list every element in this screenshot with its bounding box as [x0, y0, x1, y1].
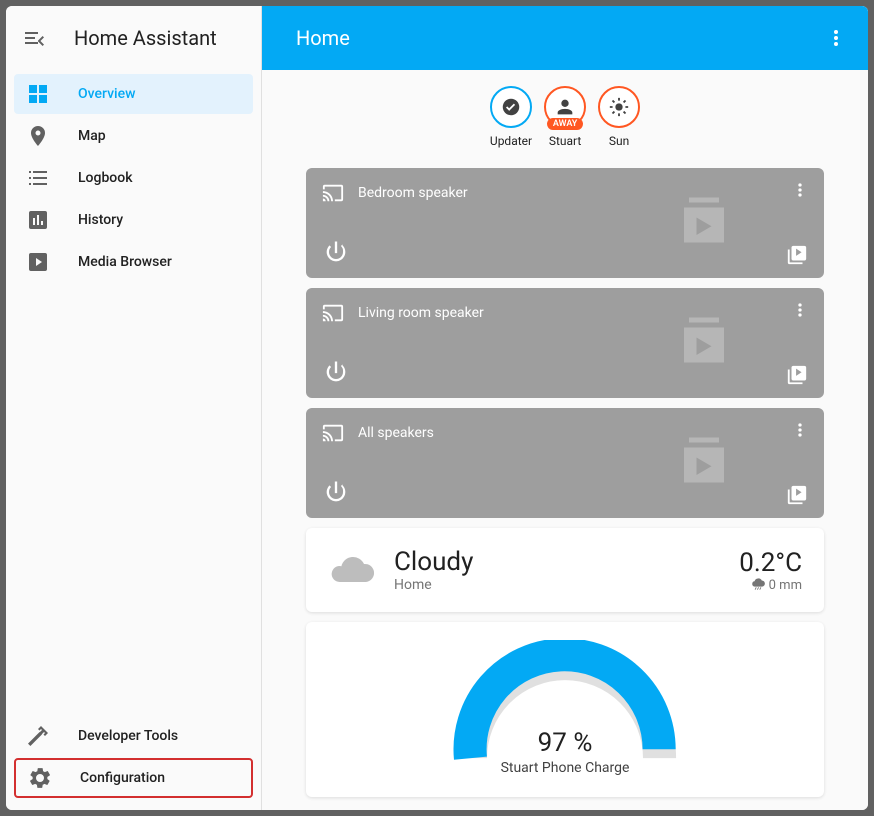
more-icon[interactable] [790, 180, 810, 200]
topbar: Home [262, 6, 868, 70]
play-multiple-icon[interactable] [786, 364, 808, 386]
more-icon[interactable] [790, 300, 810, 320]
main: Home Updater AWAY Stuart [262, 6, 868, 810]
sidebar-item-configuration[interactable]: Configuration [14, 758, 253, 798]
app-title: Home Assistant [74, 26, 217, 50]
hammer-icon [26, 724, 50, 748]
gear-icon [28, 766, 52, 790]
sidebar-item-label: History [78, 212, 123, 228]
sidebar-item-label: Developer Tools [78, 728, 178, 744]
person-icon [554, 96, 576, 118]
weather-precip-value: 0 mm [769, 578, 802, 593]
cloud-icon [328, 546, 376, 594]
media-art-icon [674, 430, 734, 490]
power-icon[interactable] [322, 238, 350, 266]
chip-stuart[interactable]: AWAY Stuart [544, 86, 586, 148]
sun-icon [608, 96, 630, 118]
cards: Bedroom speaker Living room speaker [306, 168, 824, 797]
cast-icon [322, 302, 344, 324]
sidebar-header: Home Assistant [6, 6, 261, 70]
weather-precip: 0 mm [739, 578, 802, 593]
more-icon[interactable] [790, 420, 810, 440]
cast-icon [322, 422, 344, 444]
weather-card[interactable]: Cloudy Home 0.2°C 0 mm [306, 528, 824, 612]
menu-collapse-icon[interactable] [22, 26, 46, 50]
chart-icon [26, 208, 50, 232]
chip-updater[interactable]: Updater [490, 86, 532, 148]
list-icon [26, 166, 50, 190]
play-box-icon [26, 250, 50, 274]
chip-badge: AWAY [547, 118, 583, 130]
chips-row: Updater AWAY Stuart Sun [306, 86, 824, 148]
sidebar-item-label: Configuration [80, 770, 165, 786]
weather-temp: 0.2°C [739, 548, 802, 578]
chip-sun[interactable]: Sun [598, 86, 640, 148]
media-title: All speakers [358, 425, 434, 441]
media-title: Living room speaker [358, 305, 484, 321]
dashboard-icon [26, 82, 50, 106]
sidebar-item-label: Map [78, 128, 106, 144]
cast-icon [322, 182, 344, 204]
play-multiple-icon[interactable] [786, 244, 808, 266]
sidebar-item-overview[interactable]: Overview [14, 74, 253, 114]
media-card-bedroom[interactable]: Bedroom speaker [306, 168, 824, 278]
sidebar-item-logbook[interactable]: Logbook [14, 158, 253, 198]
sidebar-item-label: Logbook [78, 170, 133, 186]
sidebar-item-history[interactable]: History [14, 200, 253, 240]
media-card-all-speakers[interactable]: All speakers [306, 408, 824, 518]
chip-label: Updater [490, 134, 532, 148]
media-art-icon [674, 190, 734, 250]
weather-condition: Cloudy [394, 547, 473, 577]
sidebar-item-label: Media Browser [78, 254, 172, 270]
chip-circle [490, 86, 532, 128]
sidebar-nav: Overview Map Logbook History Media Brows… [6, 70, 261, 712]
page-title: Home [296, 26, 350, 50]
media-art-icon [674, 310, 734, 370]
sidebar-item-label: Overview [78, 86, 135, 102]
sidebar-item-media-browser[interactable]: Media Browser [14, 242, 253, 282]
weather-location: Home [394, 577, 473, 593]
sidebar-bottom: Developer Tools Configuration [6, 712, 261, 810]
sidebar-item-developer-tools[interactable]: Developer Tools [14, 716, 253, 756]
check-circle-icon [500, 96, 522, 118]
play-multiple-icon[interactable] [786, 484, 808, 506]
media-title: Bedroom speaker [358, 185, 468, 201]
gauge-label: Stuart Phone Charge [501, 760, 630, 776]
chip-circle [598, 86, 640, 128]
map-icon [26, 124, 50, 148]
content: Updater AWAY Stuart Sun [262, 70, 868, 810]
power-icon[interactable] [322, 478, 350, 506]
gauge-card[interactable]: 97 % Stuart Phone Charge [306, 622, 824, 797]
sidebar: Home Assistant Overview Map Logbook Hist… [6, 6, 262, 810]
chip-label: Stuart [549, 134, 581, 148]
more-icon[interactable] [824, 26, 848, 50]
sidebar-item-map[interactable]: Map [14, 116, 253, 156]
gauge-value: 97 % [538, 728, 593, 758]
precip-icon [751, 578, 765, 592]
power-icon[interactable] [322, 358, 350, 386]
media-card-living-room[interactable]: Living room speaker [306, 288, 824, 398]
chip-label: Sun [609, 134, 629, 148]
